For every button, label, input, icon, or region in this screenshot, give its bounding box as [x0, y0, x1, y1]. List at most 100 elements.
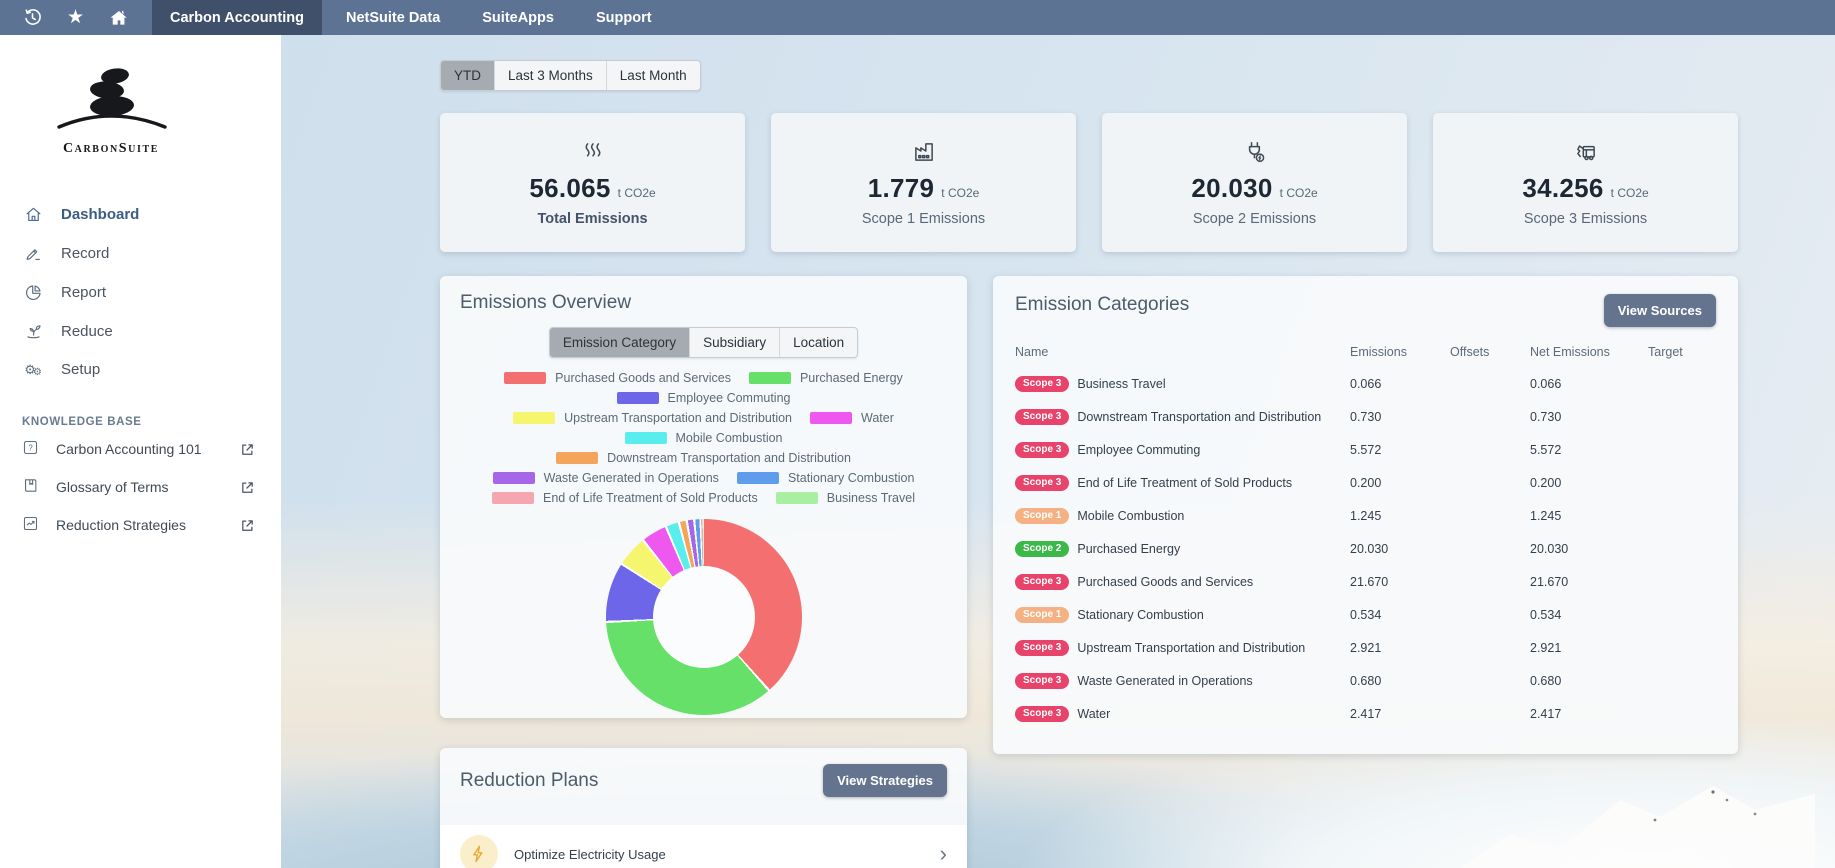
history-icon[interactable]: [23, 8, 42, 27]
sidebar-item-report[interactable]: Report: [0, 273, 281, 312]
category-name: Purchased Energy: [1077, 542, 1180, 556]
topbar-tab-suiteapps[interactable]: SuiteApps: [464, 0, 572, 35]
net-emissions-value: 0.066: [1530, 377, 1648, 391]
table-row: Scope 3 Downstream Transportation and Di…: [1015, 400, 1716, 433]
emissions-value: 0.066: [1350, 377, 1450, 391]
kb-item-label: Glossary of Terms: [56, 479, 169, 495]
sidebar: CarbonSuite Dashboard Record: [0, 35, 281, 868]
legend-swatch: [617, 392, 659, 404]
legend-item: Waste Generated in Operations: [493, 471, 719, 485]
view-sources-button[interactable]: View Sources: [1604, 294, 1716, 327]
period-option-ytd[interactable]: YTD: [441, 61, 494, 90]
table-row: Scope 3 Business Travel 0.066 0.066: [1015, 367, 1716, 400]
kpi-unit: t CO2e: [1611, 186, 1649, 200]
svg-text:?: ?: [28, 443, 33, 452]
topbar-tab-netsuite-data[interactable]: NetSuite Data: [328, 0, 458, 35]
table-row: Scope 3 Waste Generated in Operations 0.…: [1015, 664, 1716, 697]
category-name: Downstream Transportation and Distributi…: [1077, 410, 1321, 424]
legend-item: Stationary Combustion: [737, 471, 914, 485]
period-option-last-3-months[interactable]: Last 3 Months: [494, 61, 606, 90]
legend-swatch: [504, 372, 546, 384]
net-emissions-value: 2.921: [1530, 641, 1648, 655]
column-name: Name: [1015, 345, 1350, 359]
scope-badge: Scope 3: [1015, 706, 1069, 722]
stacked-stones-logo-icon: [51, 63, 171, 135]
scope-badge: Scope 3: [1015, 475, 1069, 491]
emissions-value: 2.417: [1350, 707, 1450, 721]
scope-badge: Scope 3: [1015, 442, 1069, 458]
emissions-value: 0.534: [1350, 608, 1450, 622]
net-emissions-value: 1.245: [1530, 509, 1648, 523]
topbar-tab-support[interactable]: Support: [578, 0, 670, 35]
net-emissions-value: 5.572: [1530, 443, 1648, 457]
legend-swatch: [810, 412, 852, 424]
kb-item-glossary-of-terms[interactable]: Glossary of Terms: [0, 468, 281, 506]
category-name: Business Travel: [1077, 377, 1165, 391]
net-emissions-value: 2.417: [1530, 707, 1648, 721]
sidebar-item-label: Record: [61, 245, 109, 262]
star-icon[interactable]: ★: [67, 8, 84, 27]
kb-item-reduction-strategies[interactable]: Reduction Strategies: [0, 506, 281, 544]
groupby-emission-category[interactable]: Emission Category: [550, 328, 689, 357]
emission-categories-card: Emission Categories View Sources Name Em…: [993, 276, 1738, 754]
brand-name: CarbonSuite: [38, 141, 184, 157]
table-row: Scope 1 Mobile Combustion 1.245 1.245: [1015, 499, 1716, 532]
donut-hole: [653, 566, 755, 668]
sidebar-item-reduce[interactable]: Reduce: [0, 312, 281, 351]
kb-item-carbon-accounting-101[interactable]: ? Carbon Accounting 101: [0, 430, 281, 468]
period-option-last-month[interactable]: Last Month: [606, 61, 700, 90]
plan-item-optimize-electricity[interactable]: Optimize Electricity Usage ›: [440, 825, 967, 868]
external-link-icon[interactable]: [240, 442, 255, 457]
view-strategies-button[interactable]: View Strategies: [823, 764, 947, 797]
chevron-right-icon[interactable]: ›: [940, 843, 947, 865]
carbonsuite-logo: CarbonSuite: [38, 63, 184, 157]
legend-swatch: [492, 492, 534, 504]
kb-item-label: Reduction Strategies: [56, 517, 186, 533]
kpi-label: Total Emissions: [537, 211, 647, 227]
overview-group-by: Emission Category Subsidiary Location: [549, 327, 858, 358]
sidebar-item-setup[interactable]: ⚙⚙ Setup: [0, 351, 281, 388]
plug-icon: [1242, 138, 1268, 166]
legend-swatch: [749, 372, 791, 384]
emissions-value: 5.572: [1350, 443, 1450, 457]
external-link-icon[interactable]: [240, 518, 255, 533]
sidebar-item-dashboard[interactable]: Dashboard: [0, 195, 281, 234]
emissions-value: 2.921: [1350, 641, 1450, 655]
emissions-donut-chart[interactable]: [606, 519, 802, 715]
net-emissions-value: 0.680: [1530, 674, 1648, 688]
truck-icon: [1573, 138, 1599, 166]
kpi-value: 20.030: [1191, 173, 1272, 204]
home-icon[interactable]: [109, 8, 129, 28]
scope-badge: Scope 2: [1015, 541, 1069, 557]
emissions-value: 0.200: [1350, 476, 1450, 490]
kpi-row: 56.065 t CO2e Total Emissions 1.779 t CO…: [440, 113, 1738, 252]
legend-swatch: [513, 412, 555, 424]
kpi-value: 56.065: [529, 173, 610, 204]
topbar-tab-carbon-accounting[interactable]: Carbon Accounting: [152, 0, 322, 35]
groupby-subsidiary[interactable]: Subsidiary: [689, 328, 779, 357]
scope-badge: Scope 1: [1015, 508, 1069, 524]
factory-icon: [911, 138, 937, 166]
kpi-scope3-emissions: 34.256 t CO2e Scope 3 Emissions: [1433, 113, 1738, 252]
groupby-location[interactable]: Location: [779, 328, 857, 357]
legend-item: Business Travel: [776, 491, 915, 505]
category-name: End of Life Treatment of Sold Products: [1077, 476, 1292, 490]
table-header: Name Emissions Offsets Net Emissions Tar…: [1015, 345, 1716, 367]
lightning-icon: [460, 835, 498, 868]
kpi-label: Scope 2 Emissions: [1193, 211, 1316, 227]
external-link-icon[interactable]: [240, 480, 255, 495]
emissions-overview-title: Emissions Overview: [460, 292, 947, 314]
sidebar-item-record[interactable]: Record: [0, 234, 281, 273]
legend-item: Water: [810, 411, 894, 425]
reduction-plans-card: Reduction Plans View Strategies Optimize…: [440, 748, 967, 868]
kpi-total-emissions: 56.065 t CO2e Total Emissions: [440, 113, 745, 252]
kpi-scope2-emissions: 20.030 t CO2e Scope 2 Emissions: [1102, 113, 1407, 252]
category-name: Upstream Transportation and Distribution: [1077, 641, 1305, 655]
sidebar-item-label: Reduce: [61, 323, 113, 340]
scope-badge: Scope 3: [1015, 574, 1069, 590]
net-emissions-value: 21.670: [1530, 575, 1648, 589]
scope-badge: Scope 3: [1015, 409, 1069, 425]
top-nav-bar: ★ Carbon Accounting NetSuite Data SuiteA…: [0, 0, 1835, 35]
kpi-scope1-emissions: 1.779 t CO2e Scope 1 Emissions: [771, 113, 1076, 252]
legend-label: Water: [861, 411, 894, 425]
